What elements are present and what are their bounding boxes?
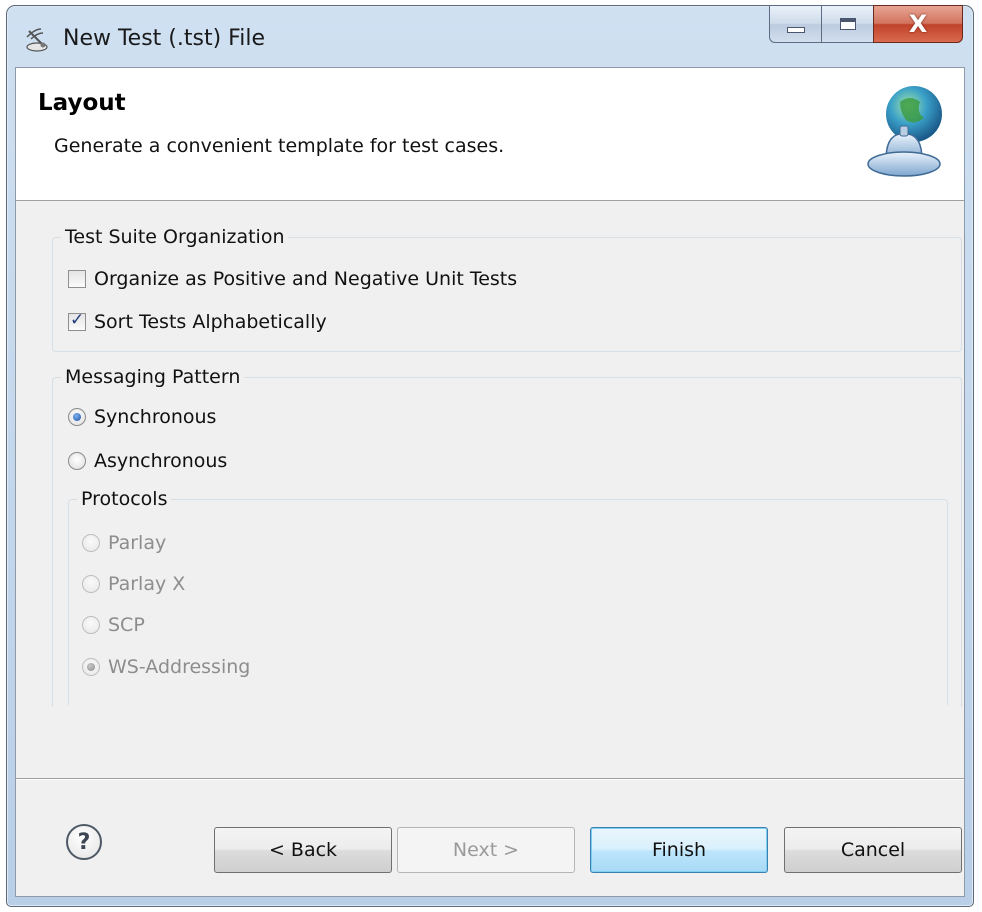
finish-button-label: Finish (651, 839, 707, 861)
radio-unselected-icon (82, 534, 100, 552)
parlay-x-radio[interactable]: Parlay X (82, 573, 185, 595)
minimize-icon (786, 27, 805, 33)
radio-unselected-icon (68, 452, 86, 470)
next-button[interactable]: Next > (397, 827, 575, 873)
page-description: Generate a convenient template for test … (54, 135, 505, 157)
dialog-window: New Test (.tst) File X Layout Generate a… (6, 5, 974, 907)
close-button[interactable]: X (873, 5, 963, 43)
sort-alphabetically-label: Sort Tests Alphabetically (94, 311, 327, 333)
scp-radio[interactable]: SCP (82, 614, 145, 636)
footer-divider (16, 778, 964, 780)
globe-bell-icon (867, 86, 942, 177)
radio-selected-icon (68, 408, 86, 426)
help-button[interactable]: ? (66, 824, 102, 860)
window-title: New Test (.tst) File (63, 26, 265, 51)
wizard-satellite-icon (26, 28, 48, 52)
maximize-icon (839, 18, 856, 30)
synchronous-radio[interactable]: Synchronous (68, 406, 216, 428)
ws-addressing-radio[interactable]: WS-Addressing (82, 656, 250, 678)
messaging-pattern-legend: Messaging Pattern (65, 366, 241, 388)
organize-positive-negative-checkbox[interactable]: Organize as Positive and Negative Unit T… (68, 268, 517, 290)
finish-button[interactable]: Finish (590, 827, 768, 873)
protocols-legend: Protocols (81, 488, 168, 510)
caption-buttons: X (769, 5, 963, 45)
radio-unselected-icon (82, 616, 100, 634)
sort-alphabetically-checkbox[interactable]: ✓ Sort Tests Alphabetically (68, 310, 327, 333)
close-icon: X (908, 10, 928, 38)
back-button-label: < Back (268, 839, 338, 861)
asynchronous-radio[interactable]: Asynchronous (68, 450, 227, 472)
radio-selected-icon (82, 658, 100, 676)
maximize-button[interactable] (821, 5, 873, 43)
ws-addressing-label: WS-Addressing (108, 656, 251, 678)
parlay-radio[interactable]: Parlay (82, 532, 166, 554)
cancel-button-label: Cancel (840, 839, 906, 861)
checkbox-unchecked-icon (68, 270, 86, 288)
asynchronous-label: Asynchronous (94, 450, 228, 472)
next-button-label: Next > (452, 839, 520, 861)
synchronous-label: Synchronous (94, 406, 217, 428)
back-button[interactable]: < Back (214, 827, 392, 873)
radio-unselected-icon (82, 575, 100, 593)
dialog-client-area: Layout Generate a convenient template fo… (15, 67, 965, 897)
parlay-x-label: Parlay X (108, 573, 186, 595)
parlay-label: Parlay (108, 532, 167, 554)
help-icon: ? (77, 829, 91, 855)
wizard-banner: Layout Generate a convenient template fo… (16, 68, 964, 201)
organize-positive-negative-label: Organize as Positive and Negative Unit T… (94, 268, 518, 290)
page-title: Layout (38, 90, 126, 116)
checkbox-checked-icon: ✓ (68, 310, 86, 331)
scp-label: SCP (108, 614, 145, 636)
test-suite-organization-legend: Test Suite Organization (65, 226, 285, 248)
title-bar[interactable]: New Test (.tst) File X (7, 5, 973, 67)
cancel-button[interactable]: Cancel (784, 827, 962, 873)
minimize-button[interactable] (769, 5, 821, 43)
